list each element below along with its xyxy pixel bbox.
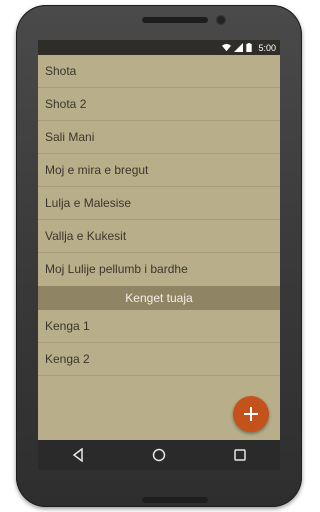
earpiece-speaker — [142, 17, 208, 23]
list-item[interactable]: Moj e mira e bregut — [38, 154, 280, 187]
plus-icon — [244, 407, 258, 421]
back-icon — [73, 448, 84, 462]
list-item[interactable]: Vallja e Kukesit — [38, 220, 280, 253]
navigation-bar — [38, 440, 280, 470]
wifi-icon — [222, 43, 232, 52]
home-button[interactable] — [149, 445, 169, 465]
list-item[interactable]: Shota 2 — [38, 88, 280, 121]
status-time: 5:00 — [258, 42, 276, 53]
battery-icon — [246, 43, 255, 52]
home-icon — [152, 448, 166, 462]
song-list: Shota Shota 2 Sali Mani Moj e mira e bre… — [38, 55, 280, 376]
front-camera — [216, 15, 226, 25]
list-item[interactable]: Sali Mani — [38, 121, 280, 154]
back-button[interactable] — [68, 445, 88, 465]
recents-button[interactable] — [230, 445, 250, 465]
list-item[interactable]: Moj Lulije pellumb i bardhe — [38, 253, 280, 286]
recents-icon — [233, 449, 246, 461]
status-bar: 5:00 — [38, 40, 280, 55]
list-item[interactable]: Lulja e Malesise — [38, 187, 280, 220]
app-screen: 5:00 Shota Shota 2 Sali Mani Moj e mira … — [38, 40, 280, 440]
list-item[interactable]: Kenga 2 — [38, 343, 280, 376]
bottom-speaker — [142, 497, 208, 503]
section-header: Kenget tuaja — [38, 286, 280, 310]
list-item[interactable]: Kenga 1 — [38, 310, 280, 343]
add-button[interactable] — [233, 396, 269, 432]
list-item[interactable]: Shota — [38, 55, 280, 88]
signal-icon — [234, 43, 244, 52]
